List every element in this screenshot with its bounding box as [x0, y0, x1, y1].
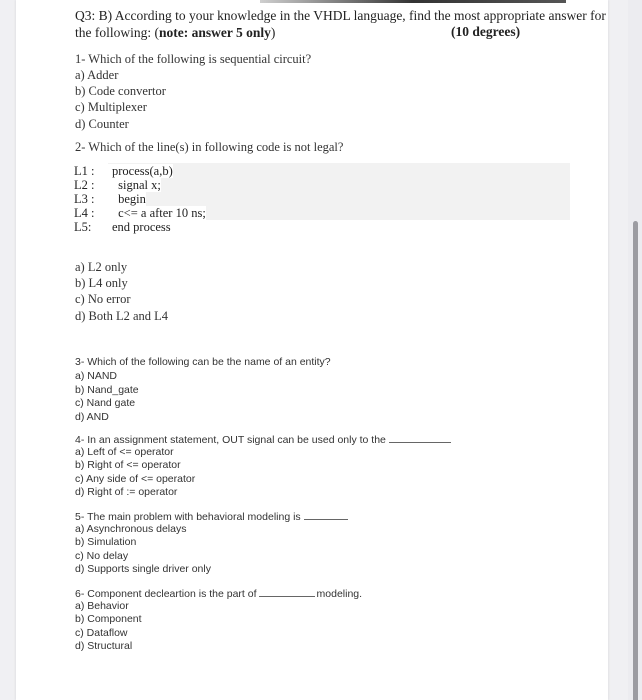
question-5-stem: 5- The main problem with behavioral mode…	[75, 511, 301, 523]
title-suffix: )	[270, 25, 276, 40]
question-3-option-c: c) Nand gate	[75, 397, 136, 409]
question-4-option-b: b) Right of <= operator	[75, 459, 181, 471]
question-4-stem: 4- In an assignment statement, OUT signa…	[75, 434, 386, 446]
question-4-option-d: d) Right of := operator	[75, 486, 178, 498]
title-prefix: the following: (	[75, 25, 159, 40]
question-6-stem-end: modeling.	[316, 588, 363, 600]
question-1-option-b: b) Code convertor	[75, 84, 166, 98]
code-line-3: L3 : begin	[74, 192, 146, 207]
question-6-option-c: c) Dataflow	[75, 627, 128, 639]
question-5-option-d: d) Supports single driver only	[75, 563, 211, 575]
code-line-label: L4 :	[74, 206, 112, 221]
top-divider	[260, 0, 566, 3]
code-line-5: L5: end process	[74, 220, 171, 235]
question-1-text: 1- Which of the following is sequential …	[75, 52, 312, 66]
code-line-text: begin	[112, 192, 146, 206]
question-3-text: 3- Which of the following can be the nam…	[75, 356, 331, 368]
question-3-option-a: a) NAND	[75, 370, 118, 382]
question-2-option-d: d) Both L2 and L4	[75, 309, 169, 323]
question-6-option-a: a) Behavior	[75, 600, 129, 612]
question-3-option-b: b) Nand_gate	[75, 384, 139, 396]
code-line-text: end process	[112, 220, 171, 234]
question-2-option-a: a) L2 only	[75, 260, 128, 274]
question-5-option-b: b) Simulation	[75, 536, 137, 548]
code-line-1: L1 : process(a,b)	[74, 164, 173, 179]
answer-blank	[258, 586, 315, 597]
degrees-label: (10 degrees)	[451, 24, 521, 39]
code-line-2: L2 : signal x;	[74, 178, 161, 193]
question-title-line2: the following: (note: answer 5 only)	[75, 24, 275, 41]
question-4-option-c: c) Any side of <= operator	[75, 473, 196, 485]
answer-blank	[303, 509, 348, 520]
question-6-option-b: b) Component	[75, 613, 142, 625]
question-2-text: 2- Which of the line(s) in following cod…	[75, 140, 344, 154]
question-1-option-d: d) Counter	[75, 117, 129, 131]
question-5-option-a: a) Asynchronous delays	[75, 523, 187, 535]
code-line-text: process(a,b)	[112, 164, 173, 178]
code-line-4: L4 : c<= a after 10 ns;	[74, 206, 206, 221]
code-line-label: L1 :	[74, 164, 112, 179]
question-6-stem: 6- Component decleartion is the part of	[75, 588, 257, 600]
scrollbar-thumb[interactable]	[633, 221, 638, 700]
question-3-option-d: d) AND	[75, 411, 109, 423]
question-1-option-a: a) Adder	[75, 68, 119, 82]
question-6-option-d: d) Structural	[75, 640, 133, 652]
question-1-option-c: c) Multiplexer	[75, 100, 147, 114]
question-5-option-c: c) No delay	[75, 550, 129, 562]
code-line-label: L3 :	[74, 192, 112, 207]
question-2-option-b: b) L4 only	[75, 276, 128, 290]
code-line-label: L5:	[74, 220, 112, 235]
question-2-option-c: c) No error	[75, 292, 131, 306]
answer-blank	[388, 432, 451, 443]
code-line-label: L2 :	[74, 178, 112, 193]
title-note: note: answer 5 only	[159, 25, 271, 40]
question-4-option-a: a) Left of <= operator	[75, 446, 174, 458]
question-title-line1: Q3: B) According to your knowledge in th…	[75, 8, 606, 23]
code-line-text: signal x;	[112, 178, 161, 192]
code-line-text: c<= a after 10 ns;	[112, 206, 206, 220]
